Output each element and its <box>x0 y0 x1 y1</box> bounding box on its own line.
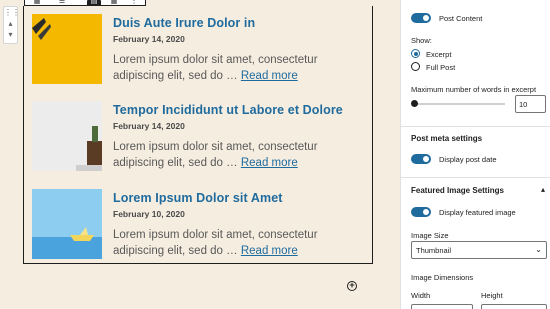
list-item: Lorem Ipsum Dolor sit Amet February 10, … <box>32 189 362 261</box>
width-label: Width <box>411 291 431 300</box>
post-date-toggle-label: Display post date <box>439 155 497 164</box>
post-excerpt: Lorem ipsum dolor sit amet, consectetur … <box>113 139 358 171</box>
featured-image-toggle-label: Display featured image <box>439 208 516 217</box>
read-more-link[interactable]: Read more <box>241 245 298 257</box>
image-size-value: Thumbnail <box>416 246 452 255</box>
post-date: February 10, 2020 <box>113 209 185 219</box>
height-label: Height <box>481 291 503 300</box>
post-excerpt: Lorem ipsum dolor sit amet, consectetur … <box>113 52 358 84</box>
post-thumbnail <box>32 189 102 259</box>
post-date: February 14, 2020 <box>113 34 185 44</box>
move-up-icon[interactable]: ▴ <box>4 18 17 29</box>
post-thumbnail <box>32 14 102 84</box>
thumbnail-image <box>32 14 102 84</box>
thumbnail-image <box>32 189 102 259</box>
excerpt-words-label: Maximum number of words in excerpt <box>411 85 537 94</box>
post-date-toggle[interactable] <box>411 154 431 164</box>
show-label: Show: <box>411 36 432 45</box>
block-mover[interactable]: ⋮⋮ ▴ ▾ <box>3 6 20 44</box>
featured-image-toggle[interactable] <box>411 207 431 217</box>
thumbnail-image <box>32 101 102 171</box>
add-block-icon[interactable]: + <box>347 281 357 291</box>
divider <box>401 126 550 127</box>
post-title-link[interactable]: Duis Aute Irure Dolor in <box>113 16 255 30</box>
slider-thumb[interactable] <box>411 100 418 107</box>
post-excerpt: Lorem ipsum dolor sit amet, consectetur … <box>113 227 358 259</box>
excerpt-words-input[interactable] <box>515 95 546 113</box>
height-input[interactable] <box>481 304 547 309</box>
image-size-select[interactable]: Thumbnail ⌄ <box>411 241 547 259</box>
chevron-down-icon: ⌄ <box>535 245 542 254</box>
divider <box>401 177 550 178</box>
editor-canvas: ⋮⋮ ▴ ▾ ▦ ☰ ▤ ▦ ⋮ Duis Aute Irure Dolor i… <box>0 0 400 309</box>
post-content-toggle-label: Post Content <box>439 14 483 23</box>
excerpt-radio-label: Excerpt <box>426 50 452 59</box>
chevron-up-icon[interactable]: ▴ <box>541 185 545 194</box>
drag-handle-icon[interactable]: ⋮⋮ <box>4 7 20 18</box>
post-title-link[interactable]: Lorem Ipsum Dolor sit Amet <box>113 191 283 205</box>
post-title-link[interactable]: Tempor Incididunt ut Labore et Dolore <box>113 103 343 117</box>
image-size-label: Image Size <box>411 231 449 240</box>
settings-sidebar: Post Content Show: Excerpt Full Post Max… <box>400 0 550 309</box>
list-item: Tempor Incididunt ut Labore et Dolore Fe… <box>32 101 362 173</box>
post-content-toggle[interactable] <box>411 13 431 23</box>
read-more-link[interactable]: Read more <box>241 157 298 169</box>
latest-posts-block[interactable]: Duis Aute Irure Dolor in February 14, 20… <box>23 6 373 264</box>
excerpt-radio[interactable] <box>411 49 420 58</box>
width-input[interactable] <box>411 304 473 309</box>
move-down-icon[interactable]: ▾ <box>4 29 17 40</box>
post-thumbnail <box>32 101 102 171</box>
image-dimensions-label: Image Dimensions <box>411 273 474 282</box>
list-item: Duis Aute Irure Dolor in February 14, 20… <box>32 14 362 86</box>
post-date: February 14, 2020 <box>113 121 185 131</box>
full-post-radio-label: Full Post <box>426 63 456 72</box>
featured-image-heading[interactable]: Featured Image Settings <box>411 186 504 195</box>
read-more-link[interactable]: Read more <box>241 70 298 82</box>
post-meta-heading[interactable]: Post meta settings <box>411 134 482 143</box>
excerpt-words-slider[interactable] <box>413 103 505 105</box>
full-post-radio[interactable] <box>411 62 420 71</box>
